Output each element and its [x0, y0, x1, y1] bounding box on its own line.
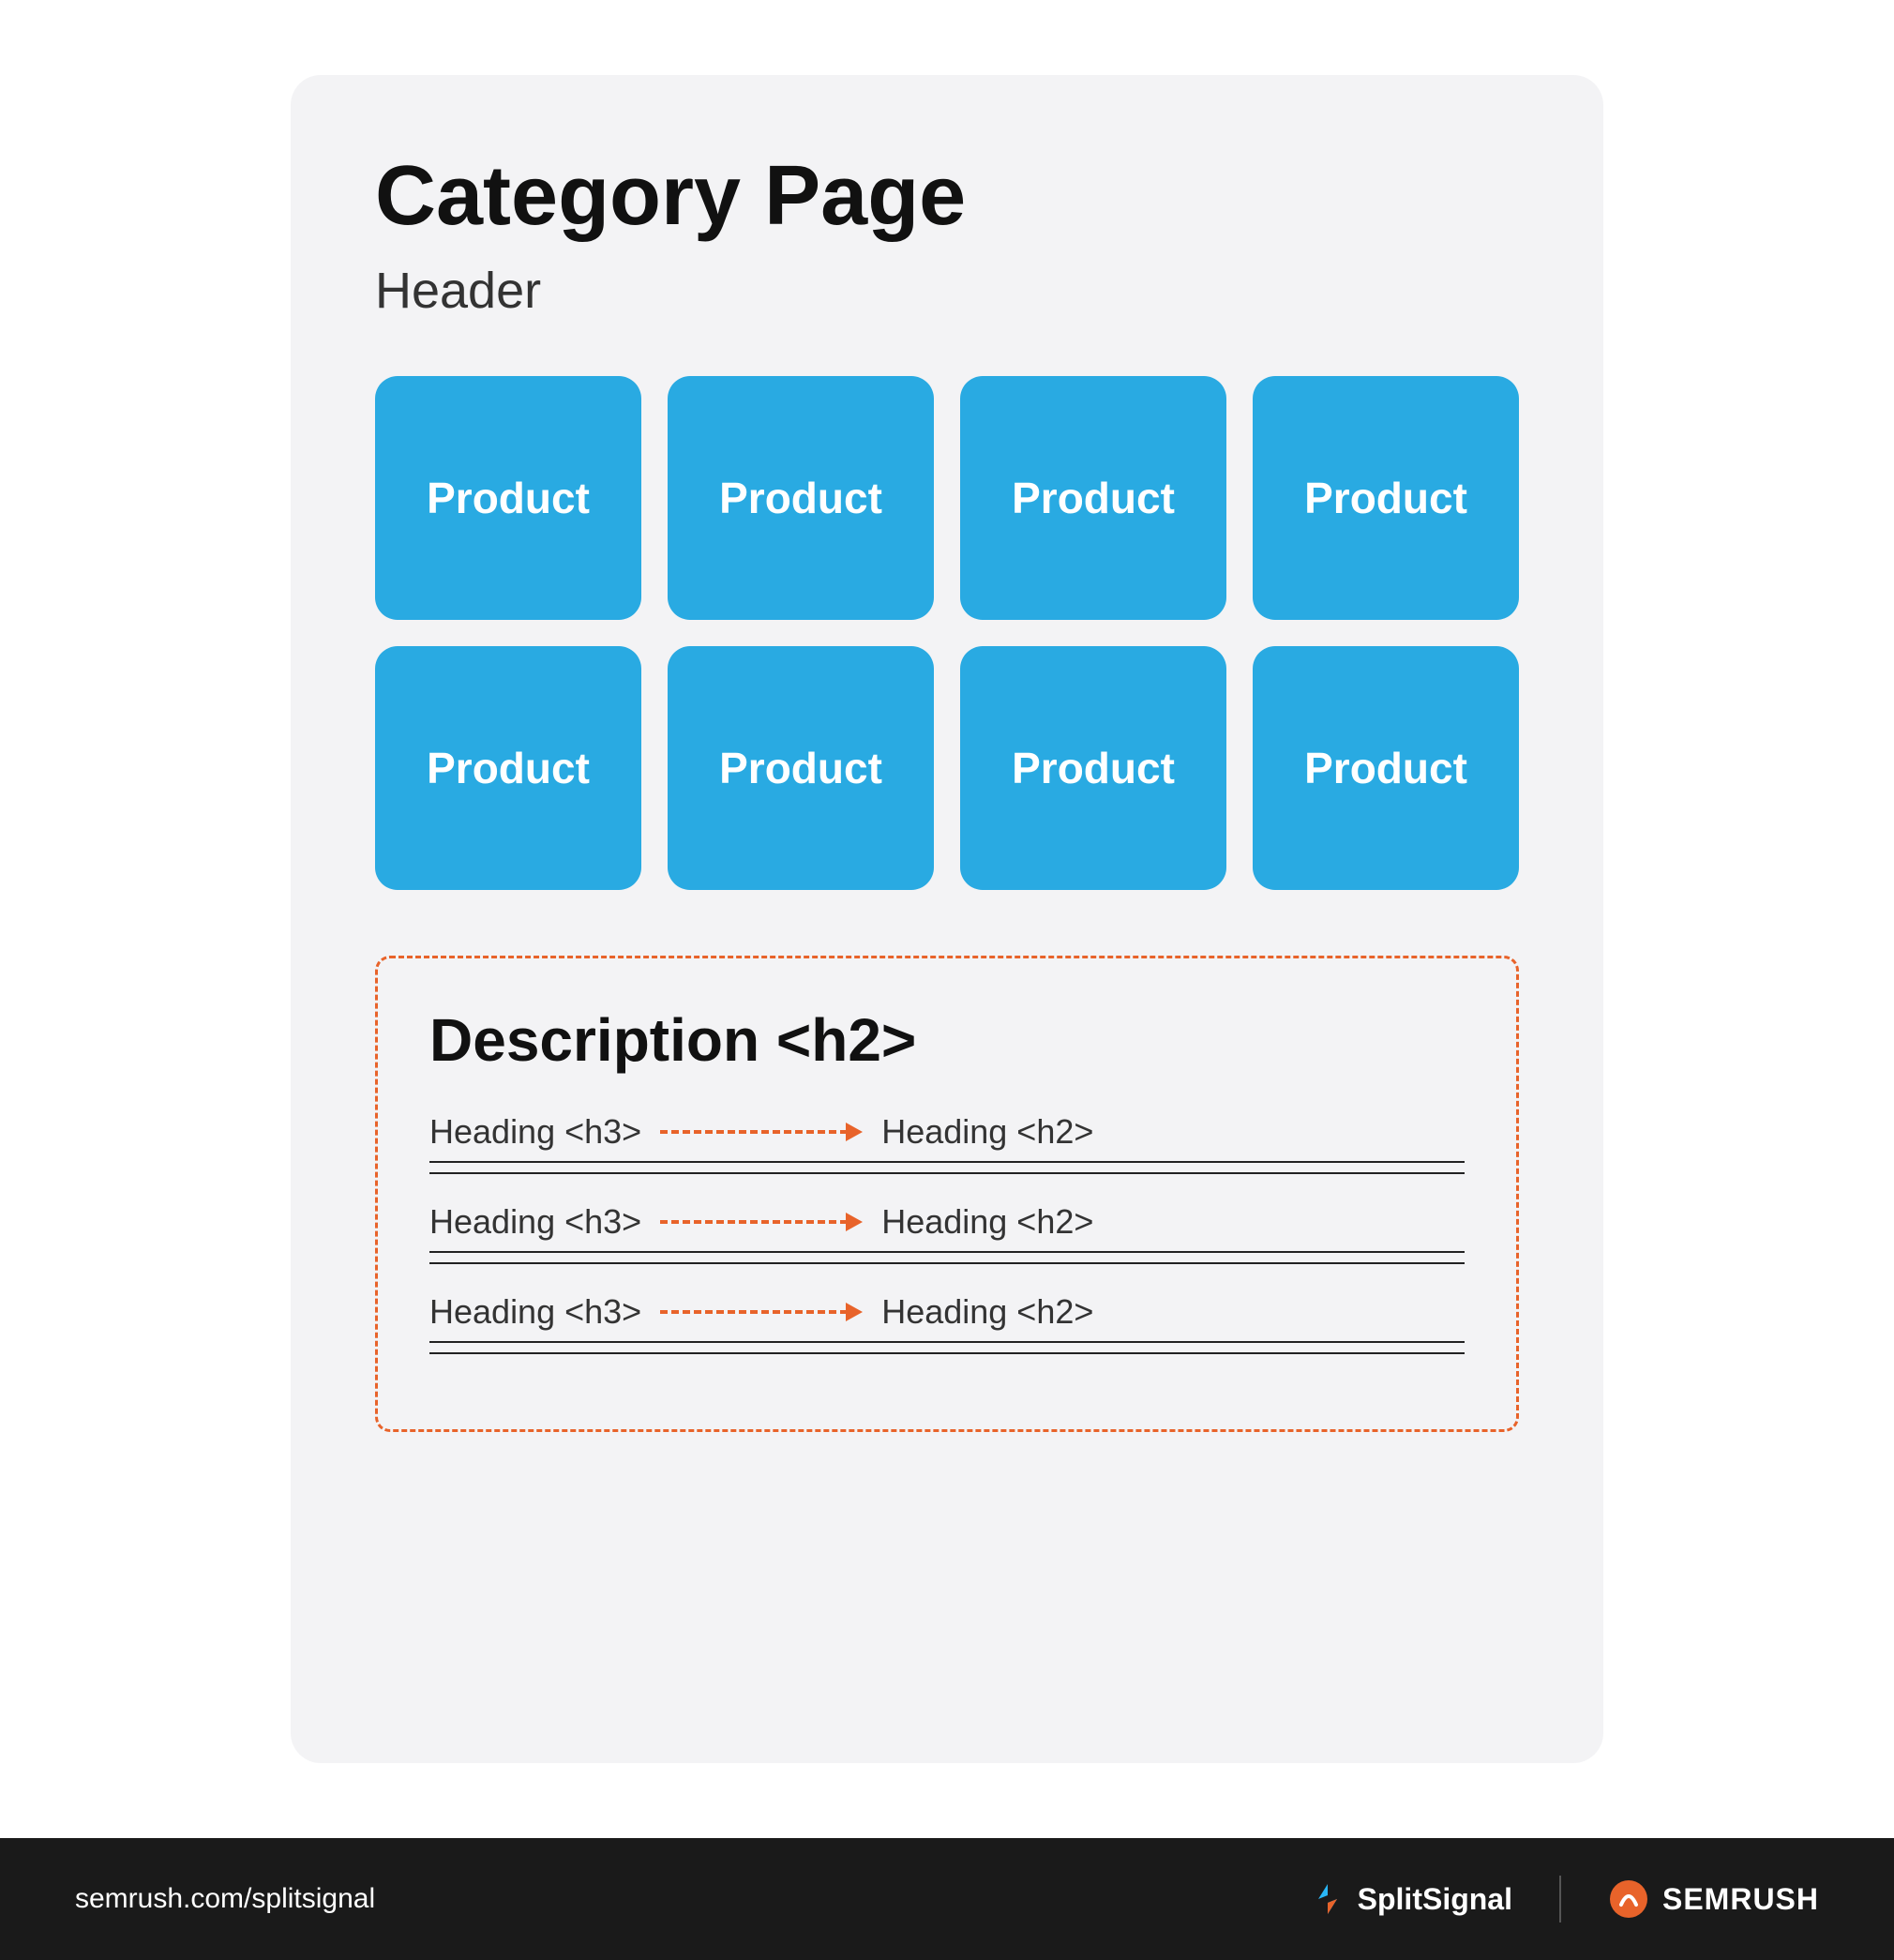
product-label-7: Product — [1012, 743, 1175, 793]
product-label-2: Product — [719, 473, 882, 523]
divider-3a — [429, 1341, 1465, 1343]
description-title: Description <h2> — [429, 1005, 1465, 1075]
footer: semrush.com/splitsignal SplitSignal SEMR… — [0, 1838, 1894, 1960]
divider-1b — [429, 1172, 1465, 1174]
footer-url: semrush.com/splitsignal — [75, 1883, 375, 1915]
divider-2a — [429, 1251, 1465, 1253]
heading-h2-3: Heading <h2> — [881, 1292, 1093, 1332]
semrush-text: SEMRUSH — [1662, 1882, 1819, 1917]
product-card-2: Product — [668, 376, 934, 620]
divider-group-2 — [429, 1251, 1465, 1264]
splitsignal-icon — [1309, 1880, 1346, 1918]
divider-group-1 — [429, 1161, 1465, 1174]
divider-1a — [429, 1161, 1465, 1163]
product-card-6: Product — [668, 646, 934, 890]
main-content: Category Page Header Product Product Pro… — [0, 0, 1894, 1838]
product-grid: Product Product Product Product Product … — [375, 376, 1519, 890]
arrow-1 — [660, 1123, 863, 1141]
product-card-8: Product — [1253, 646, 1519, 890]
splitsignal-text: SplitSignal — [1358, 1882, 1512, 1917]
heading-h2-2: Heading <h2> — [881, 1202, 1093, 1242]
description-box: Description <h2> Heading <h3> Heading <h… — [375, 956, 1519, 1432]
header-label: Header — [375, 262, 1519, 320]
product-label-3: Product — [1012, 473, 1175, 523]
heading-row-2: Heading <h3> Heading <h2> — [429, 1202, 1465, 1242]
product-label-4: Product — [1304, 473, 1467, 523]
logo-divider — [1559, 1876, 1561, 1922]
heading-h3-3: Heading <h3> — [429, 1292, 641, 1332]
product-card-3: Product — [960, 376, 1226, 620]
page-title: Category Page — [375, 150, 1519, 243]
divider-3b — [429, 1352, 1465, 1354]
product-card-5: Product — [375, 646, 641, 890]
semrush-icon — [1608, 1878, 1649, 1920]
product-card-1: Product — [375, 376, 641, 620]
product-label-6: Product — [719, 743, 882, 793]
product-label-8: Product — [1304, 743, 1467, 793]
product-card-7: Product — [960, 646, 1226, 890]
arrow-2 — [660, 1213, 863, 1231]
arrow-3 — [660, 1303, 863, 1321]
product-label-1: Product — [427, 473, 590, 523]
heading-row-1: Heading <h3> Heading <h2> — [429, 1112, 1465, 1152]
product-card-4: Product — [1253, 376, 1519, 620]
card: Category Page Header Product Product Pro… — [291, 75, 1603, 1763]
semrush-logo: SEMRUSH — [1608, 1878, 1819, 1920]
heading-row-3: Heading <h3> Heading <h2> — [429, 1292, 1465, 1332]
divider-2b — [429, 1262, 1465, 1264]
footer-logos: SplitSignal SEMRUSH — [1309, 1876, 1819, 1922]
heading-h2-1: Heading <h2> — [881, 1112, 1093, 1152]
heading-h3-2: Heading <h3> — [429, 1202, 641, 1242]
divider-group-3 — [429, 1341, 1465, 1354]
product-label-5: Product — [427, 743, 590, 793]
splitsignal-logo: SplitSignal — [1309, 1880, 1512, 1918]
heading-h3-1: Heading <h3> — [429, 1112, 641, 1152]
